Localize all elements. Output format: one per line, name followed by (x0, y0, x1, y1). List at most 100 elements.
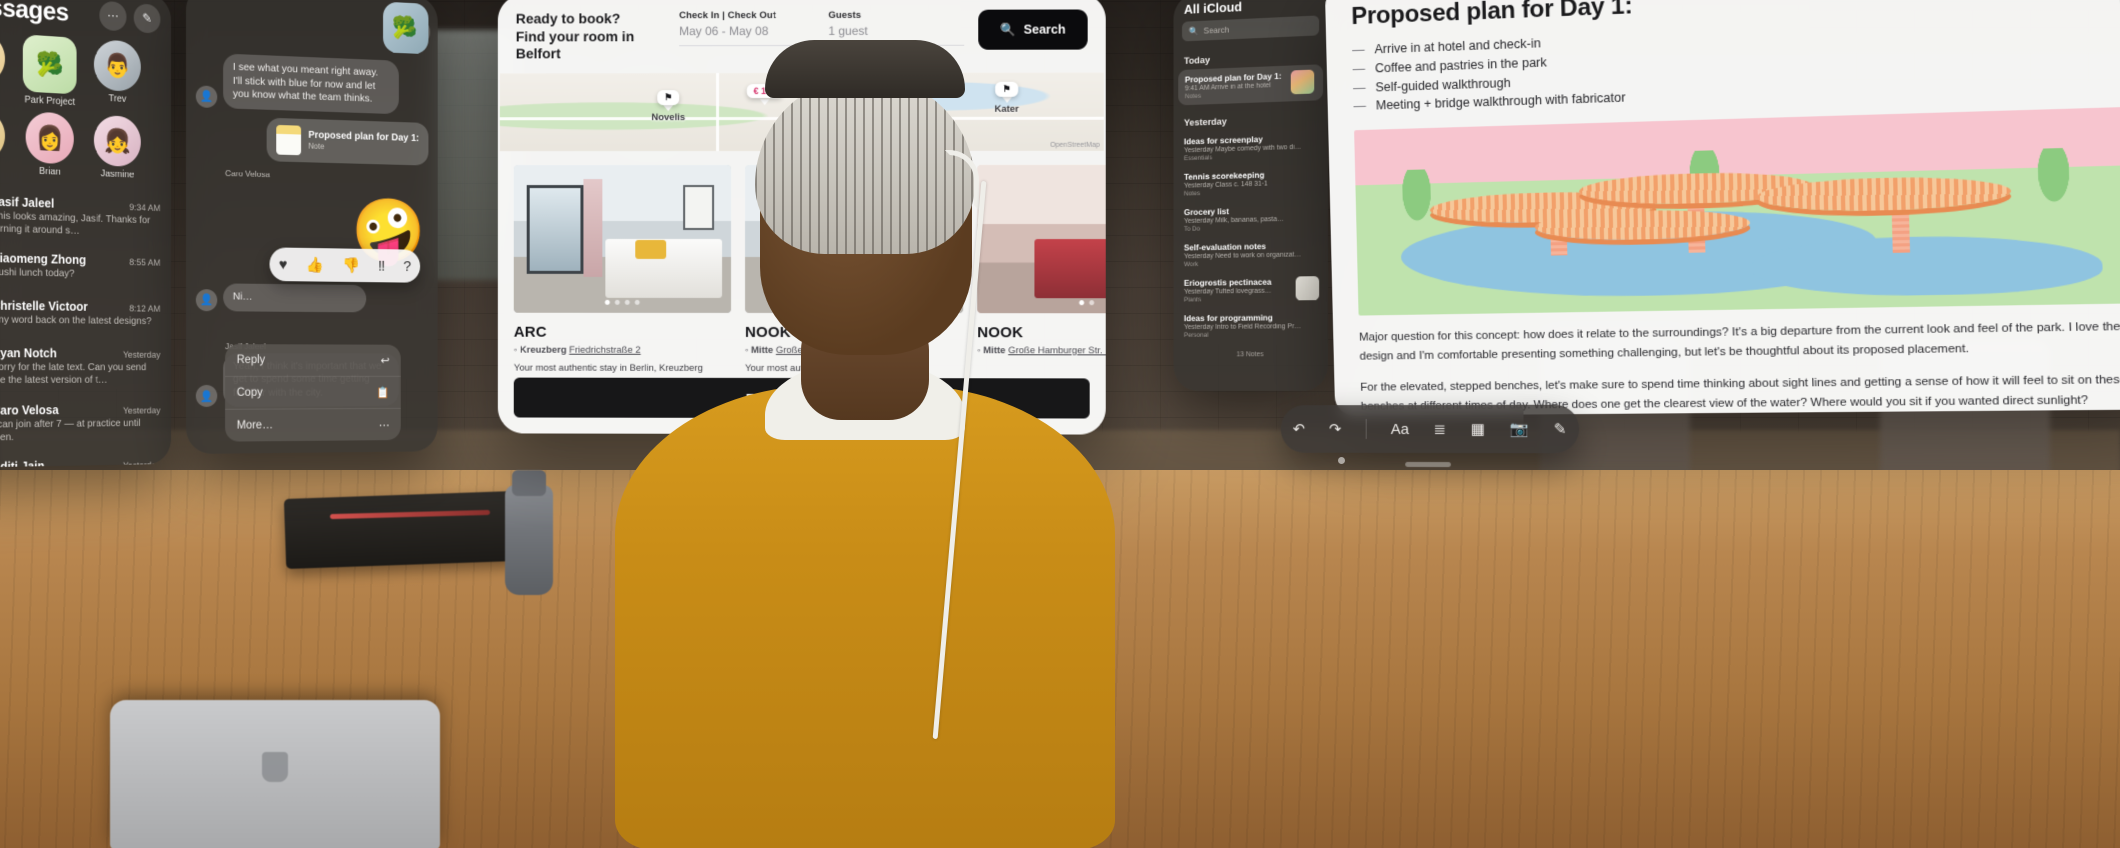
note-list-item[interactable]: Eriogrostis pectinacea Yesterday Tufted … (1173, 271, 1328, 309)
ellipsis-icon[interactable]: ⋯ (99, 0, 127, 32)
guests-label: Guests (828, 9, 862, 21)
list-item-header: Christelle Victoor 8:12 AM (0, 299, 160, 315)
note-name: Eriogrostis pectinacea (1183, 276, 1272, 288)
laptop (110, 700, 440, 848)
note-document-window[interactable]: Proposed plan for Day 1: — Arrive in at … (1324, 0, 2120, 417)
message-preview: Sorry for the late text. Can you send me… (0, 361, 147, 387)
timestamp: 8:55 AM (129, 257, 161, 269)
note-folder: To Do (1183, 225, 1201, 233)
list-item[interactable]: 👤 Xiaomeng Zhong 8:55 AM Sushi lunch tod… (0, 242, 164, 293)
list-item-body: Christelle Victoor 8:12 AM Any word back… (0, 299, 160, 332)
document-paragraph: Major question for this concept: how doe… (1358, 320, 2120, 363)
timestamp: 8:12 AM (129, 303, 161, 315)
note-item-body: Ideas for screenplay Yesterday Maybe com… (1184, 132, 1319, 162)
menu-item-label: Reply (236, 354, 266, 367)
menu-item-label: Copy (236, 386, 263, 399)
avatar: 👤 (195, 85, 218, 108)
redo-icon[interactable]: ↷ (1329, 420, 1341, 438)
document-bullet-list: — Arrive in at hotel and check-in — Coff… (1352, 12, 2120, 116)
tapback-exclaim-icon[interactable]: ‼ (378, 257, 385, 274)
note-list-item[interactable]: Self-evaluation notes Yesterday Need to … (1173, 235, 1328, 273)
note-list-item[interactable]: Tennis scorekeeping Yesterday Class c. 1… (1173, 163, 1328, 203)
avatar: 🥦 (22, 34, 77, 95)
text-format-icon[interactable]: Aa (1391, 421, 1409, 438)
list-item-body: Jasif Jaleel 9:34 AM This looks amazing,… (0, 195, 160, 240)
room-window (526, 185, 584, 274)
toolbar-indicator-dot (1338, 457, 1345, 464)
contact-name: Christelle Victoor (0, 298, 88, 314)
list-icon[interactable]: ≣ (1434, 420, 1447, 438)
search-placeholder: Search (1203, 24, 1230, 36)
note-thumbnail (1295, 276, 1320, 301)
message-preview: Any word back on the latest designs? (0, 313, 152, 328)
note-item-body: Proposed plan for Day 1: 9:41 AM Arrive … (1185, 71, 1285, 100)
pinned-conversation-jasmine[interactable]: 👧 Jasmine (88, 114, 146, 180)
pinned-conversation-trev[interactable]: 👨 Trev (88, 39, 146, 112)
incoming-message[interactable]: I see what you meant right away. I'll st… (223, 53, 399, 115)
avatar: 👩 (25, 111, 74, 165)
tapback-heart-icon[interactable]: ♥ (279, 256, 288, 273)
notes-app-window[interactable]: All iCloud 🔍 Search Today Proposed plan … (1173, 0, 1328, 391)
menu-item-copy[interactable]: Copy 📋 (225, 376, 401, 410)
tapback-question-icon[interactable]: ? (403, 258, 411, 275)
avatar: 👤 (195, 288, 218, 311)
list-item[interactable]: 👤 Caro Velosa Yesterday I can join after… (0, 395, 164, 453)
compose-icon[interactable]: ✎ (133, 2, 161, 34)
note-item-body: Tennis scorekeeping Yesterday Class c. 1… (1184, 168, 1319, 198)
pinned-conversation[interactable]: 🏔 eye (0, 107, 11, 175)
contact-name: Jasif Jaleel (0, 194, 55, 211)
list-item[interactable]: 👤 Ryan Notch Yesterday Sorry for the lat… (0, 338, 164, 395)
dash-icon: — (1353, 99, 1367, 114)
markup-icon[interactable]: ✎ (1554, 420, 1567, 438)
headset-knit-band (755, 76, 975, 254)
media-icon[interactable]: 📷 (1510, 420, 1529, 438)
photo-attachment[interactable]: 🥦 (382, 1, 429, 55)
broccoli-sticker-icon: 🥦 (391, 14, 418, 40)
note-list-item[interactable]: Grocery list Yesterday Milk, bananas, pa… (1173, 199, 1328, 238)
window-grab-handle[interactable] (1405, 461, 1451, 468)
menu-item-reply[interactable]: Reply ↩ (225, 344, 401, 377)
avatar: 🎂 (0, 29, 5, 85)
pinned-conversation[interactable]: 🎂 & Dad (0, 29, 11, 105)
messages-app-window[interactable]: Messages ⋯ ✎ 🎂 & Dad 🥦 Park Project 👨 Tr… (0, 0, 172, 468)
note-list-item-selected[interactable]: Proposed plan for Day 1: 9:41 AM Arrive … (1178, 64, 1324, 106)
note-folder: Personal (1183, 331, 1209, 339)
undo-icon[interactable]: ↶ (1293, 420, 1305, 438)
note-name: Ideas for programming (1183, 312, 1273, 324)
notebook (283, 491, 517, 569)
tapback-thumbsup-icon[interactable]: 👍 (306, 256, 324, 274)
location-pin-icon: ◦ (513, 344, 518, 356)
list-item-header: Caro Velosa Yesterday (0, 402, 160, 417)
note-item-body: Grocery list Yesterday Milk, bananas, pa… (1184, 204, 1319, 233)
menu-item-more[interactable]: More… ⋯ (225, 409, 401, 442)
note-folder: Work (1183, 261, 1199, 269)
list-item-body: Ryan Notch Yesterday Sorry for the late … (0, 347, 160, 388)
tree-shape (2034, 147, 2074, 208)
document-toolbar[interactable]: ↶ ↷ Aa ≣ ▦ 📷 ✎ (1280, 404, 1580, 468)
dash-icon: — (1352, 61, 1366, 76)
context-menu[interactable]: Reply ↩ Copy 📋 More… ⋯ (225, 344, 401, 442)
pinned-conversation-park-project[interactable]: 🥦 Park Project (20, 34, 79, 108)
sweater (615, 385, 1115, 848)
note-list-item[interactable]: Ideas for screenplay Yesterday Maybe com… (1173, 127, 1328, 167)
tapback-picker[interactable]: ♥ 👍 👎 ‼ ? (269, 247, 421, 283)
tapback-thumbsdown-icon[interactable]: 👎 (342, 256, 360, 274)
avatar: 👧 (93, 114, 141, 168)
list-item-header: Ryan Notch Yesterday (0, 347, 160, 361)
bench-pillar (1891, 202, 1910, 254)
note-list-item[interactable]: Ideas for programming Yesterday Intro to… (1173, 307, 1328, 344)
list-item[interactable]: 👤 Christelle Victoor 8:12 AM Any word ba… (0, 290, 164, 339)
concept-render-image[interactable] (1354, 106, 2120, 316)
note-item-body: Eriogrostis pectinacea Yesterday Tufted … (1184, 277, 1290, 304)
incoming-message-partial[interactable]: Ni… (223, 283, 367, 312)
message-thread-window[interactable]: 🎥 🥦 👤 I see what you meant right away. I… (186, 0, 438, 454)
carousel-dot[interactable] (604, 299, 610, 305)
list-item[interactable]: 👤 Jasif Jaleel 9:34 AM This looks amazin… (0, 185, 164, 248)
contact-name: Xiaomeng Zhong (0, 251, 87, 268)
note-attachment[interactable]: Proposed plan for Day 1: Note (266, 117, 429, 166)
table-icon[interactable]: ▦ (1471, 420, 1485, 438)
pinned-conversation-brian[interactable]: 👩 Brian (20, 111, 79, 178)
contact-name: Caro Velosa (0, 402, 59, 418)
room-curtain (583, 179, 603, 277)
headset-top-strap (765, 40, 965, 98)
